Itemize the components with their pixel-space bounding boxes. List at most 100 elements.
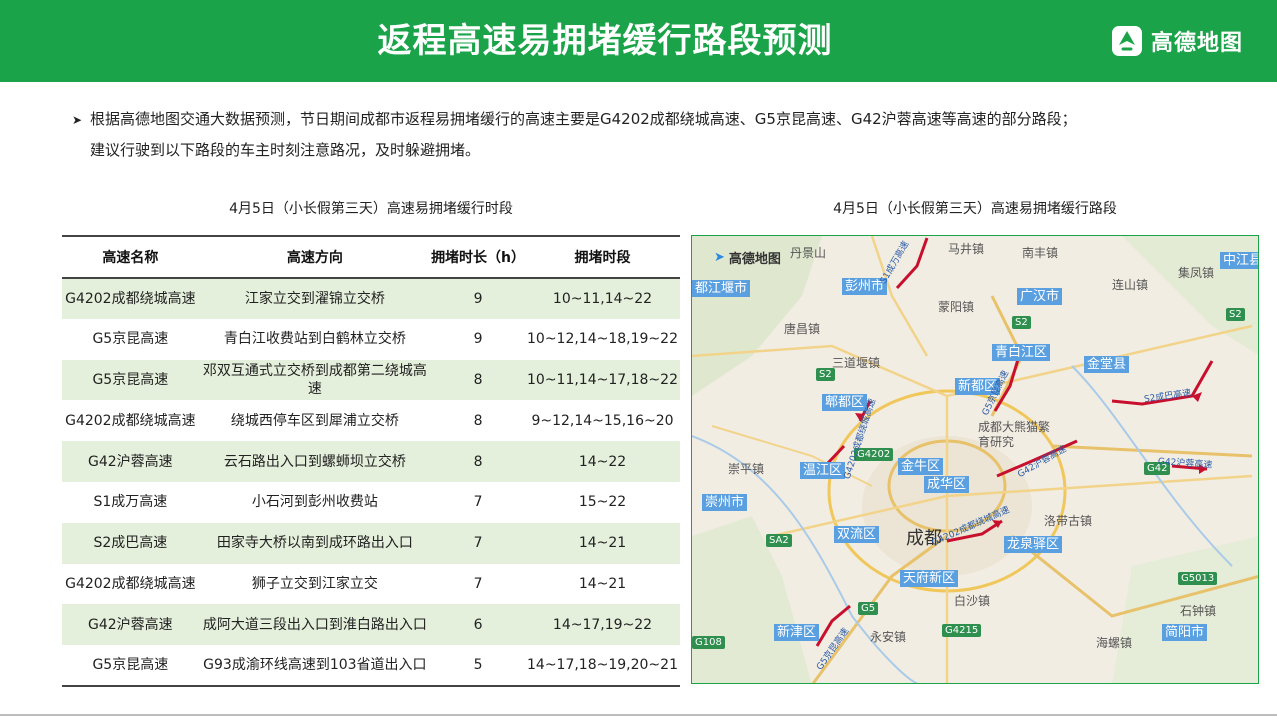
- table-row: G4202成都绕城高速 绕城西停车区到犀浦立交桥 8 9~12,14~15,16…: [62, 400, 680, 441]
- map-place-label: 唐昌镇: [784, 322, 821, 336]
- cell-name: G5京昆高速: [62, 645, 199, 687]
- cell-period: 14~17,19~22: [525, 604, 680, 646]
- highway-shield: S2: [816, 368, 835, 381]
- cell-name: S2成巴高速: [62, 522, 199, 564]
- map-district-label: 成华区: [924, 476, 970, 493]
- cell-direction: 云石路出入口到螺蛳坝立交桥: [198, 441, 432, 482]
- cell-direction: 江家立交到濯锦立交桥: [198, 278, 432, 319]
- cell-hours: 5: [431, 645, 525, 687]
- cell-period: 14~17,18~19,20~21: [525, 645, 680, 687]
- map-district-label: 龙泉驿区: [1004, 536, 1063, 553]
- map-district-label: 新津区: [774, 624, 820, 641]
- table-row: G5京昆高速 青白江收费站到白鹤林立交桥 9 10~12,14~18,19~22: [62, 319, 680, 360]
- cell-direction: 小石河到彭州收费站: [251, 494, 378, 511]
- map-district-label: 温江区: [800, 462, 846, 479]
- cell-name: G42沪蓉高速: [62, 441, 199, 482]
- congestion-table: 高速名称 高速方向 拥堵时长（h） 拥堵时段 G4202成都绕城高速 江家立交到…: [62, 235, 680, 687]
- cell-hours: 9: [431, 278, 525, 319]
- cell-direction: 田家寺大桥以南到成环路出入口: [198, 522, 432, 564]
- triangle-right-icon: ➤: [72, 113, 83, 127]
- map-district-label: 广汉市: [1017, 288, 1063, 305]
- map-brand-name: 高德地图: [728, 252, 781, 267]
- map-district-label: 简阳市: [1162, 624, 1208, 641]
- cell-hours: 7: [473, 575, 483, 592]
- cell-hours: 7: [431, 522, 525, 564]
- cell-direction: G93成渝环线高速到103省道出入口: [198, 645, 432, 687]
- amap-logo-icon: [1111, 26, 1142, 56]
- col-header-name: 高速名称: [62, 235, 199, 279]
- highway-shield: SA2: [766, 534, 792, 547]
- cell-hours: 8: [431, 359, 525, 401]
- highway-shield: G108: [692, 636, 725, 649]
- table-row: G5京昆高速 邓双互通式立交桥到成都第二绕城高速 8 10~11,14~17,1…: [62, 359, 680, 401]
- page-title: 返程高速易拥堵缓行路段预测: [377, 21, 833, 61]
- brand-name: 高德地图: [1150, 31, 1243, 56]
- table-row: S2成巴高速 田家寺大桥以南到成环路出入口 7 14~21: [62, 522, 680, 564]
- cell-period: 10~12,14~18,19~22: [527, 331, 678, 348]
- map-district-label: 金堂县: [1084, 356, 1130, 373]
- map-district-label: 金牛区: [898, 458, 944, 475]
- cell-name: G4202成都绕城高速: [62, 278, 199, 319]
- cell-name: G4202成都绕城高速: [65, 575, 196, 592]
- map-place-label: 白沙镇: [954, 594, 991, 608]
- cell-period: 14~21: [525, 522, 680, 564]
- map-district-label: 都江堰市: [692, 280, 751, 297]
- intro-line-1: ➤ 根据高德地图交通大数据预测，节日期间成都市返程易拥堵缓行的高速主要是G4202…: [72, 104, 1252, 135]
- map-district-label: 中江县: [1220, 252, 1258, 269]
- map-district-label: 崇州市: [702, 494, 748, 511]
- table-header-row: 高速名称 高速方向 拥堵时长（h） 拥堵时段: [62, 235, 680, 279]
- page-header: 返程高速易拥堵缓行路段预测 高德地图: [0, 0, 1277, 82]
- table-row: G42沪蓉高速 云石路出入口到螺蛳坝立交桥 8 14~22: [62, 441, 680, 482]
- table-row: S1成万高速 小石河到彭州收费站 7 15~22: [62, 482, 680, 523]
- map-place-label: 丹景山: [790, 246, 827, 260]
- cell-period: 15~22: [578, 494, 627, 511]
- cell-hours: 8: [431, 441, 525, 482]
- table-row: G4202成都绕城高速 狮子立交到江家立交 7 14~21: [62, 564, 680, 605]
- cell-name: G42沪蓉高速: [62, 604, 199, 646]
- highway-shield: G5013: [1178, 572, 1218, 585]
- cell-direction: 青白江收费站到白鹤林立交桥: [223, 331, 406, 348]
- navigation-arrow-icon: ➤: [714, 250, 725, 265]
- cell-name: G5京昆高速: [62, 359, 199, 401]
- table-row: G5京昆高速 G93成渝环线高速到103省道出入口 5 14~17,18~19,…: [62, 645, 680, 687]
- map-district-label: 青白江区: [992, 344, 1051, 361]
- cell-name: G4202成都绕城高速: [65, 412, 196, 429]
- col-header-direction: 高速方向: [198, 235, 432, 279]
- intro-text: ➤ 根据高德地图交通大数据预测，节日期间成都市返程易拥堵缓行的高速主要是G4202…: [72, 104, 1252, 165]
- map-place-label: 石钟镇: [1180, 604, 1217, 618]
- table-row: G4202成都绕城高速 江家立交到濯锦立交桥 9 10~11,14~22: [62, 278, 680, 319]
- cell-period: 14~22: [525, 441, 680, 482]
- highway-shield: S2: [1226, 308, 1245, 321]
- cell-period: 10~11,14~22: [525, 278, 680, 319]
- col-header-hours: 拥堵时长（h）: [431, 235, 525, 279]
- map-place-label: 成都大熊猫繁育研究: [978, 420, 1051, 449]
- col-header-period: 拥堵时段: [525, 235, 680, 279]
- map-caption: 4月5日（小长假第三天）高速易拥堵缓行路段: [833, 201, 1117, 217]
- map-district-label: 郫都区: [822, 394, 868, 411]
- map-place-label: 南丰镇: [1022, 246, 1059, 260]
- cell-period: 14~21: [578, 575, 627, 592]
- highway-shield: S2: [1012, 316, 1031, 329]
- cell-hours: 7: [473, 494, 483, 511]
- map-place-label: 洛带古镇: [1044, 514, 1093, 528]
- cell-direction: 绕城西停车区到犀浦立交桥: [230, 412, 399, 429]
- highway-shield: G5: [858, 602, 879, 615]
- table-caption: 4月5日（小长假第三天）高速易拥堵缓行时段: [229, 201, 513, 217]
- cell-direction: 成阿大道三段出入口到淮白路出入口: [198, 604, 432, 646]
- map-place-label: 崇平镇: [728, 462, 765, 476]
- cell-direction: 邓双互通式立交桥到成都第二绕城高速: [198, 359, 432, 401]
- map-place-label: 马井镇: [948, 242, 985, 256]
- map-district-label: 天府新区: [900, 570, 959, 587]
- table-row: G42沪蓉高速 成阿大道三段出入口到淮白路出入口 6 14~17,19~22: [62, 604, 680, 646]
- cell-name: G5京昆高速: [92, 331, 169, 348]
- cell-name: S1成万高速: [93, 494, 168, 511]
- intro-line-2: 建议行驶到以下路段的车主时刻注意路况，及时躲避拥堵。: [90, 141, 481, 159]
- congestion-map: ➤ 高德地图 丹景山 马井镇 南丰镇 彭州市 连山镇 集凤镇 中江县 都江堰市 …: [691, 235, 1259, 684]
- cell-period: 10~11,14~17,18~22: [525, 359, 680, 401]
- map-place-label: 海螺镇: [1096, 636, 1133, 650]
- map-place-label: 集凤镇: [1178, 266, 1215, 280]
- cell-hours: 6: [431, 604, 525, 646]
- map-place-label: 三道堰镇: [832, 356, 881, 370]
- map-district-label: 双流区: [834, 526, 880, 543]
- highway-shield: G4215: [942, 624, 982, 637]
